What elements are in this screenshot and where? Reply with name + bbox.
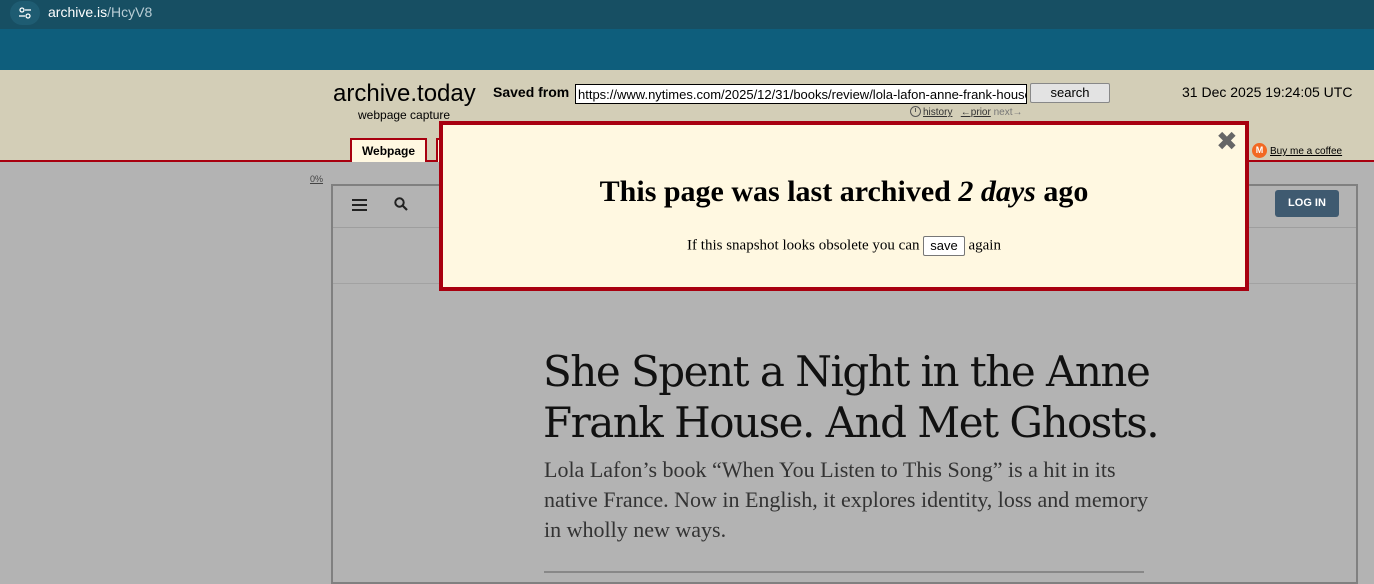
history-link[interactable]: history	[923, 107, 952, 118]
modal-title: This page was last archived 2 days ago	[439, 175, 1249, 209]
url-field[interactable]: archive.is/HcyV8	[48, 4, 152, 20]
modal-line-post: again	[968, 237, 1001, 254]
prior-link[interactable]: ←prior	[961, 107, 991, 118]
history-nav: history ←prior next→	[910, 106, 1023, 118]
capture-timestamp: 31 Dec 2025 19:24:05 UTC	[1182, 84, 1353, 100]
site-info-icon[interactable]	[10, 1, 40, 25]
zoom-percent[interactable]: 0%	[310, 174, 323, 184]
archive-brand[interactable]: archive.today	[333, 80, 476, 108]
login-button[interactable]: LOG IN	[1275, 190, 1339, 217]
modal-title-pre: This page was last archived	[599, 175, 951, 208]
url-host: archive.is	[48, 4, 108, 20]
menu-icon[interactable]	[352, 199, 367, 211]
monero-icon	[1252, 143, 1267, 158]
search-button[interactable]: search	[1030, 83, 1110, 103]
modal-message: If this snapshot looks obsolete you can …	[439, 236, 1249, 256]
modal-title-post: ago	[1043, 175, 1089, 208]
modal-line-pre: If this snapshot looks obsolete you can	[687, 237, 920, 254]
close-icon[interactable]: ✖	[1216, 129, 1238, 155]
article-headline: She Spent a Night in the Anne Frank Hous…	[543, 347, 1160, 447]
browser-address-bar: archive.is/HcyV8	[0, 0, 1374, 29]
buy-coffee-label: Buy me a coffee	[1270, 146, 1343, 157]
url-path: /HcyV8	[107, 4, 153, 20]
save-button[interactable]: save	[923, 236, 965, 256]
buy-coffee-link[interactable]: Buy me a coffee	[1252, 143, 1342, 158]
modal-title-age: 2 days	[958, 175, 1036, 208]
history-clock-icon	[910, 106, 921, 117]
browser-toolbar-band	[0, 29, 1374, 70]
saved-from-label: Saved from	[493, 84, 570, 100]
search-icon[interactable]	[394, 197, 408, 216]
tab-webpage[interactable]: Webpage	[350, 138, 427, 162]
next-label: next→	[993, 107, 1023, 118]
archive-brand-subtitle: webpage capture	[358, 108, 451, 122]
saved-url-input[interactable]: https://www.nytimes.com/2025/12/31/books…	[575, 84, 1027, 104]
article-summary: Lola Lafon’s book “When You Listen to Th…	[544, 457, 1149, 542]
